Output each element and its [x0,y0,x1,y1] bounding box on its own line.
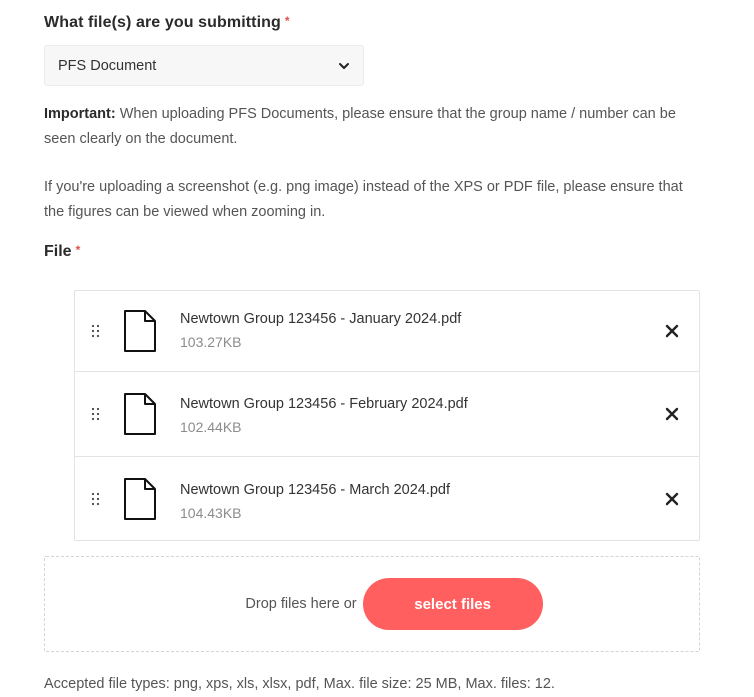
important-label: Important: [44,106,116,122]
uploaded-file-list: Newtown Group 123456 - January 2024.pdf … [74,290,700,541]
document-icon [124,477,156,520]
file-item: Newtown Group 123456 - January 2024.pdf … [75,291,699,372]
close-icon[interactable] [665,492,679,506]
file-name: Newtown Group 123456 - March 2024.pdf [180,482,451,498]
document-icon [124,310,156,352]
file-field-label: File * [44,243,80,261]
file-name: Newtown Group 123456 - January 2024.pdf [180,311,462,327]
file-type-question-label: What file(s) are you submitting * [44,14,290,32]
file-size: 102.44KB [180,419,242,435]
file-type-selected-value: PFS Document [58,57,157,74]
select-files-button[interactable]: select files [362,578,543,630]
close-icon[interactable] [665,407,679,421]
required-asterisk: * [75,243,81,257]
drag-handle-icon[interactable] [91,492,100,506]
document-icon [124,393,156,435]
question-text: What file(s) are you submitting [44,14,281,31]
close-icon[interactable] [665,324,679,338]
required-asterisk: * [284,14,290,28]
important-note: Important: When uploading PFS Documents,… [44,102,704,152]
accepted-file-types-note: Accepted file types: png, xps, xls, xlsx… [44,676,555,692]
important-text: When uploading PFS Documents, please ens… [44,106,676,147]
file-size: 104.43KB [180,505,242,521]
screenshot-note: If you're uploading a screenshot (e.g. p… [44,179,683,220]
file-item: Newtown Group 123456 - February 2024.pdf… [75,372,699,457]
file-name: Newtown Group 123456 - February 2024.pdf [180,396,468,412]
drag-handle-icon[interactable] [91,407,100,421]
file-dropzone[interactable]: Drop files here or select files [44,556,700,652]
file-type-select[interactable]: PFS Document [44,45,364,86]
file-size: 103.27KB [180,334,242,350]
file-label-text: File [44,243,72,260]
dropzone-text: Drop files here or [245,596,357,612]
file-item: Newtown Group 123456 - March 2024.pdf 10… [75,457,699,540]
drag-handle-icon[interactable] [91,324,100,338]
chevron-down-icon [339,62,349,69]
